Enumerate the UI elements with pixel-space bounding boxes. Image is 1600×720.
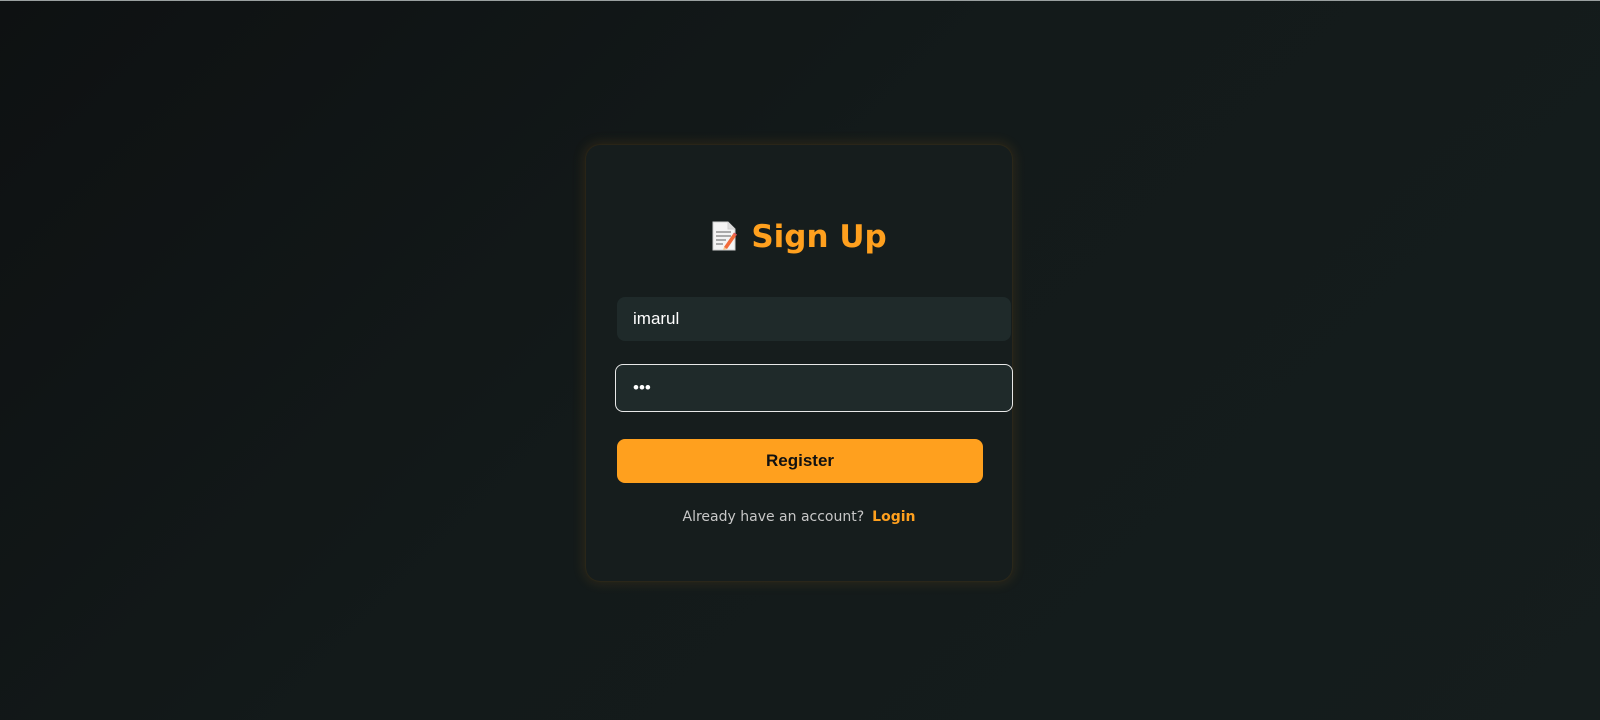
- username-input[interactable]: imarul: [617, 297, 1011, 341]
- password-input[interactable]: •••: [615, 364, 1013, 412]
- top-border-line: [0, 0, 1600, 1]
- login-prompt: Already have an account? Login: [586, 507, 1012, 527]
- page-title: Sign Up: [586, 217, 1012, 257]
- login-prompt-text: Already have an account?: [682, 509, 865, 525]
- register-button[interactable]: Register: [617, 439, 983, 483]
- memo-pencil-icon: [711, 220, 738, 252]
- title-text: Sign Up: [751, 219, 887, 255]
- signup-card: Sign Up imarul ••• Register Already have…: [586, 145, 1013, 581]
- login-link[interactable]: Login: [872, 509, 915, 525]
